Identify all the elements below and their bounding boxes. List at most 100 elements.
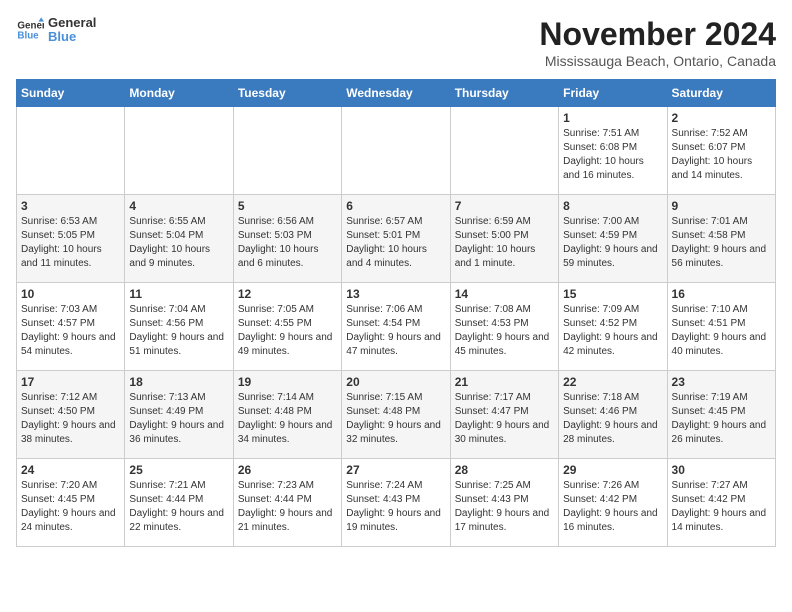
day-cell <box>233 107 341 195</box>
day-info: Sunrise: 7:10 AM Sunset: 4:51 PM Dayligh… <box>672 303 771 359</box>
day-info: Sunrise: 7:26 AM Sunset: 4:42 PM Dayligh… <box>563 479 662 535</box>
day-cell: 18Sunrise: 7:13 AM Sunset: 4:49 PM Dayli… <box>125 371 233 459</box>
weekday-header-tuesday: Tuesday <box>233 80 341 107</box>
day-cell: 26 Sunrise: 7:23 AM Sunset: 4:44 PM Dayli… <box>233 459 341 547</box>
day-info: Sunrise: 7:19 AM Sunset: 4:45 PM Dayligh… <box>672 391 771 447</box>
day-number: 21 <box>455 375 554 389</box>
day-number: 12 <box>238 287 337 301</box>
day-info: Sunrise: 7:52 AM Sunset: 6:07 PM Dayligh… <box>672 127 771 183</box>
day-info: Sunrise: 7:20 AM Sunset: 4:45 PM Dayligh… <box>21 479 120 535</box>
calendar-table: SundayMondayTuesdayWednesdayThursdayFrid… <box>16 79 776 547</box>
day-number: 14 <box>455 287 554 301</box>
day-info: Sunrise: 7:14 AM Sunset: 4:48 PM Dayligh… <box>238 391 337 447</box>
day-number: 8 <box>563 199 662 213</box>
day-info: Sunrise: 7:24 AM Sunset: 4:43 PM Dayligh… <box>346 479 445 535</box>
day-info: Sunrise: 7:51 AM Sunset: 6:08 PM Dayligh… <box>563 127 662 183</box>
day-number: 17 <box>21 375 120 389</box>
day-cell: 11Sunrise: 7:04 AM Sunset: 4:56 PM Dayli… <box>125 283 233 371</box>
month-title: November 2024 <box>539 16 776 53</box>
day-number: 4 <box>129 199 228 213</box>
day-number: 20 <box>346 375 445 389</box>
day-cell <box>450 107 558 195</box>
day-cell: 12Sunrise: 7:05 AM Sunset: 4:55 PM Dayli… <box>233 283 341 371</box>
day-number: 11 <box>129 287 228 301</box>
svg-text:Blue: Blue <box>17 31 39 42</box>
title-area: November 2024 Mississauga Beach, Ontario… <box>539 16 776 69</box>
day-info: Sunrise: 7:17 AM Sunset: 4:47 PM Dayligh… <box>455 391 554 447</box>
day-info: Sunrise: 7:23 AM Sunset: 4:44 PM Dayligh… <box>238 479 337 535</box>
logo-text: General Blue <box>48 16 96 45</box>
day-info: Sunrise: 6:57 AM Sunset: 5:01 PM Dayligh… <box>346 215 445 271</box>
day-cell: 16 Sunrise: 7:10 AM Sunset: 4:51 PM Dayli… <box>667 283 775 371</box>
week-row-4: 17 Sunrise: 7:12 AM Sunset: 4:50 PM Dayli… <box>17 371 776 459</box>
day-cell: 20 Sunrise: 7:15 AM Sunset: 4:48 PM Dayli… <box>342 371 450 459</box>
day-cell: 17 Sunrise: 7:12 AM Sunset: 4:50 PM Dayli… <box>17 371 125 459</box>
day-cell: 2 Sunrise: 7:52 AM Sunset: 6:07 PM Daylig… <box>667 107 775 195</box>
day-number: 6 <box>346 199 445 213</box>
day-cell <box>342 107 450 195</box>
day-cell: 8 Sunrise: 7:00 AM Sunset: 4:59 PM Daylig… <box>559 195 667 283</box>
day-cell: 21 Sunrise: 7:17 AM Sunset: 4:47 PM Dayli… <box>450 371 558 459</box>
day-number: 13 <box>346 287 445 301</box>
location: Mississauga Beach, Ontario, Canada <box>539 53 776 69</box>
weekday-header-sunday: Sunday <box>17 80 125 107</box>
day-info: Sunrise: 7:12 AM Sunset: 4:50 PM Dayligh… <box>21 391 120 447</box>
day-info: Sunrise: 7:25 AM Sunset: 4:43 PM Dayligh… <box>455 479 554 535</box>
day-cell: 7 Sunrise: 6:59 AM Sunset: 5:00 PM Daylig… <box>450 195 558 283</box>
day-info: Sunrise: 7:08 AM Sunset: 4:53 PM Dayligh… <box>455 303 554 359</box>
day-number: 16 <box>672 287 771 301</box>
day-number: 25 <box>129 463 228 477</box>
day-cell: 27 Sunrise: 7:24 AM Sunset: 4:43 PM Dayli… <box>342 459 450 547</box>
day-number: 9 <box>672 199 771 213</box>
day-cell <box>125 107 233 195</box>
day-cell: 13 Sunrise: 7:06 AM Sunset: 4:54 PM Dayli… <box>342 283 450 371</box>
logo-line2: Blue <box>48 30 96 44</box>
week-row-5: 24 Sunrise: 7:20 AM Sunset: 4:45 PM Dayli… <box>17 459 776 547</box>
day-cell: 23 Sunrise: 7:19 AM Sunset: 4:45 PM Dayli… <box>667 371 775 459</box>
day-cell: 6 Sunrise: 6:57 AM Sunset: 5:01 PM Daylig… <box>342 195 450 283</box>
day-cell: 28Sunrise: 7:25 AM Sunset: 4:43 PM Dayli… <box>450 459 558 547</box>
day-number: 10 <box>21 287 120 301</box>
weekday-header-saturday: Saturday <box>667 80 775 107</box>
day-number: 5 <box>238 199 337 213</box>
day-number: 2 <box>672 111 771 125</box>
day-info: Sunrise: 6:55 AM Sunset: 5:04 PM Dayligh… <box>129 215 228 271</box>
logo: General Blue General Blue <box>16 16 96 45</box>
day-number: 7 <box>455 199 554 213</box>
day-info: Sunrise: 6:53 AM Sunset: 5:05 PM Dayligh… <box>21 215 120 271</box>
day-number: 29 <box>563 463 662 477</box>
weekday-header-thursday: Thursday <box>450 80 558 107</box>
day-number: 3 <box>21 199 120 213</box>
day-cell: 1 Sunrise: 7:51 AM Sunset: 6:08 PM Daylig… <box>559 107 667 195</box>
logo-line1: General <box>48 16 96 30</box>
weekday-header-monday: Monday <box>125 80 233 107</box>
logo-icon: General Blue <box>16 16 44 44</box>
day-cell: 5 Sunrise: 6:56 AM Sunset: 5:03 PM Daylig… <box>233 195 341 283</box>
day-number: 15 <box>563 287 662 301</box>
day-number: 24 <box>21 463 120 477</box>
day-info: Sunrise: 7:01 AM Sunset: 4:58 PM Dayligh… <box>672 215 771 271</box>
week-row-3: 10 Sunrise: 7:03 AM Sunset: 4:57 PM Dayli… <box>17 283 776 371</box>
day-number: 23 <box>672 375 771 389</box>
day-number: 22 <box>563 375 662 389</box>
day-info: Sunrise: 6:56 AM Sunset: 5:03 PM Dayligh… <box>238 215 337 271</box>
day-info: Sunrise: 6:59 AM Sunset: 5:00 PM Dayligh… <box>455 215 554 271</box>
day-cell: 4 Sunrise: 6:55 AM Sunset: 5:04 PM Daylig… <box>125 195 233 283</box>
day-info: Sunrise: 7:00 AM Sunset: 4:59 PM Dayligh… <box>563 215 662 271</box>
day-cell: 14 Sunrise: 7:08 AM Sunset: 4:53 PM Dayli… <box>450 283 558 371</box>
day-info: Sunrise: 7:06 AM Sunset: 4:54 PM Dayligh… <box>346 303 445 359</box>
day-number: 26 <box>238 463 337 477</box>
day-info: Sunrise: 7:09 AM Sunset: 4:52 PM Dayligh… <box>563 303 662 359</box>
day-cell: 30Sunrise: 7:27 AM Sunset: 4:42 PM Dayli… <box>667 459 775 547</box>
day-number: 1 <box>563 111 662 125</box>
day-cell: 22Sunrise: 7:18 AM Sunset: 4:46 PM Dayli… <box>559 371 667 459</box>
day-info: Sunrise: 7:03 AM Sunset: 4:57 PM Dayligh… <box>21 303 120 359</box>
day-number: 19 <box>238 375 337 389</box>
day-cell: 9 Sunrise: 7:01 AM Sunset: 4:58 PM Daylig… <box>667 195 775 283</box>
day-number: 27 <box>346 463 445 477</box>
day-cell: 25Sunrise: 7:21 AM Sunset: 4:44 PM Dayli… <box>125 459 233 547</box>
day-number: 30 <box>672 463 771 477</box>
week-row-1: 1 Sunrise: 7:51 AM Sunset: 6:08 PM Daylig… <box>17 107 776 195</box>
day-info: Sunrise: 7:15 AM Sunset: 4:48 PM Dayligh… <box>346 391 445 447</box>
weekday-header-wednesday: Wednesday <box>342 80 450 107</box>
